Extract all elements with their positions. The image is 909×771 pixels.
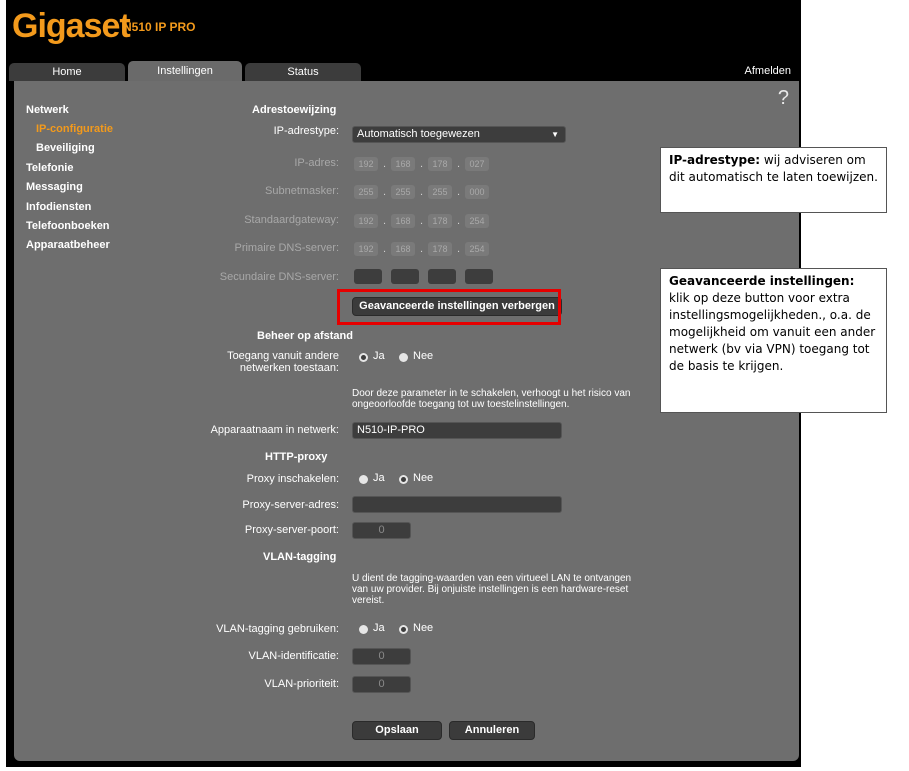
subnet-octet-2: 255 xyxy=(391,185,415,199)
subnet-octet-3: 255 xyxy=(428,185,452,199)
sidebar-item-netwerk[interactable]: Netwerk xyxy=(26,104,69,116)
remote-access-no-label: Nee xyxy=(413,350,434,362)
primary-dns-octet-1: 192 xyxy=(354,242,378,256)
octet-separator: . xyxy=(457,158,461,170)
proxy-port-label: Proxy-server-poort: xyxy=(244,524,339,536)
gateway-label: Standaardgateway: xyxy=(244,214,339,226)
primary-dns-octet-3: 178 xyxy=(428,242,452,256)
subnet-mask-label: Subnetmasker: xyxy=(265,185,339,197)
subnet-octet-4: 000 xyxy=(465,185,489,199)
octet-separator: . xyxy=(383,215,387,227)
gateway-octet-3: 178 xyxy=(428,214,452,228)
octet-separator: . xyxy=(457,243,461,255)
ip-address-label: IP-adres: xyxy=(294,157,339,169)
ip-type-label: IP-adrestype: xyxy=(273,125,339,137)
section-title-remote: Beheer op afstand xyxy=(257,330,353,342)
proxy-enable-yes-label: Ja xyxy=(373,472,385,484)
tab-status[interactable]: Status xyxy=(245,63,361,81)
proxy-enable-label: Proxy inschakelen: xyxy=(246,473,339,485)
secondary-dns-label: Secundaire DNS-server: xyxy=(219,271,339,283)
sidebar-item-telefonie[interactable]: Telefonie xyxy=(26,162,73,174)
secondary-dns-octet-4[interactable] xyxy=(465,269,493,284)
callout-advanced-title: Geavanceerde instellingen: xyxy=(669,274,855,288)
sidebar-item-telefoonboeken[interactable]: Telefoonboeken xyxy=(26,220,110,232)
octet-separator: . xyxy=(457,186,461,198)
vlan-id-input[interactable]: 0 xyxy=(352,648,411,665)
vlan-note-line-2: van uw provider. Bij onjuiste instelling… xyxy=(352,584,629,595)
advanced-button-highlight xyxy=(337,289,561,325)
primary-dns-octet-2: 168 xyxy=(391,242,415,256)
gateway-octet-1: 192 xyxy=(354,214,378,228)
sidebar-item-messaging[interactable]: Messaging xyxy=(26,181,83,193)
subnet-octet-1: 255 xyxy=(354,185,378,199)
ip-address-octet-2: 168 xyxy=(391,157,415,171)
device-name-input[interactable]: N510-IP-PRO xyxy=(352,422,562,439)
save-button[interactable]: Opslaan xyxy=(352,721,442,740)
callout-ip-type-title: IP-adrestype: xyxy=(669,153,761,167)
tab-home[interactable]: Home xyxy=(9,63,125,81)
remote-warning-line-2: ongeoorloofde toegang tot uw toestelinst… xyxy=(352,399,570,410)
callout-advanced: Geavanceerde instellingen: klik op deze … xyxy=(660,268,887,413)
cancel-button[interactable]: Annuleren xyxy=(449,721,535,740)
gateway-octet-4: 254 xyxy=(465,214,489,228)
octet-separator: . xyxy=(383,158,387,170)
proxy-enable-no-label: Nee xyxy=(413,472,434,484)
help-icon[interactable]: ? xyxy=(778,87,789,110)
sidebar-item-apparaatbeheer[interactable]: Apparaatbeheer xyxy=(26,239,110,251)
ip-type-value: Automatisch toegewezen xyxy=(357,128,480,140)
section-title-adrestoewijzing: Adrestoewijzing xyxy=(252,104,337,116)
octet-separator: . xyxy=(420,215,424,227)
vlan-priority-input[interactable]: 0 xyxy=(352,676,411,693)
vlan-id-label: VLAN-identificatie: xyxy=(248,650,340,662)
proxy-enable-no-radio[interactable] xyxy=(399,475,408,484)
remote-access-label-2: netwerken toestaan: xyxy=(239,362,339,374)
sidebar-item-ip-configuratie[interactable]: IP-configuratie xyxy=(36,123,113,135)
vlan-use-label: VLAN-tagging gebruiken: xyxy=(216,623,339,635)
callout-ip-type: IP-adrestype: wij adviseren om dit autom… xyxy=(660,147,887,213)
remote-access-no-radio[interactable] xyxy=(399,353,408,362)
secondary-dns-octet-2[interactable] xyxy=(391,269,419,284)
ip-type-select[interactable]: Automatisch toegewezen ▼ xyxy=(352,126,566,143)
vlan-use-no-label: Nee xyxy=(413,622,434,634)
secondary-dns-octet-1[interactable] xyxy=(354,269,382,284)
chevron-down-icon: ▼ xyxy=(551,130,559,139)
vlan-use-yes-label: Ja xyxy=(373,622,385,634)
gigaset-logo: Gigaset xyxy=(12,7,131,45)
primary-dns-label: Primaire DNS-server: xyxy=(234,242,339,254)
section-title-vlan: VLAN-tagging xyxy=(263,551,337,563)
proxy-port-input[interactable]: 0 xyxy=(352,522,411,539)
proxy-enable-yes-radio[interactable] xyxy=(359,475,368,484)
octet-separator: . xyxy=(457,215,461,227)
model-name: N510 IP PRO xyxy=(123,20,196,34)
proxy-address-label: Proxy-server-adres: xyxy=(242,499,339,511)
gateway-octet-2: 168 xyxy=(391,214,415,228)
ip-address-octet-3: 178 xyxy=(428,157,452,171)
tab-instellingen[interactable]: Instellingen xyxy=(128,61,242,81)
remote-access-label-1: Toegang vanuit andere xyxy=(227,350,339,362)
vlan-use-yes-radio[interactable] xyxy=(359,625,368,634)
octet-separator: . xyxy=(420,243,424,255)
sidebar-item-infodiensten[interactable]: Infodiensten xyxy=(26,201,91,213)
section-title-proxy: HTTP-proxy xyxy=(265,451,328,463)
secondary-dns-octet-3[interactable] xyxy=(428,269,456,284)
remote-access-yes-label: Ja xyxy=(373,350,385,362)
remote-access-yes-radio[interactable] xyxy=(359,353,368,362)
vlan-note-line-3: vereist. xyxy=(352,595,385,606)
logout-link[interactable]: Afmelden xyxy=(745,65,791,77)
sidebar-item-beveiliging[interactable]: Beveiliging xyxy=(36,142,95,154)
vlan-note-line-1: U dient de tagging-waarden van een virtu… xyxy=(352,573,632,584)
vlan-use-no-radio[interactable] xyxy=(399,625,408,634)
octet-separator: . xyxy=(420,158,424,170)
callout-advanced-text: klik op deze button voor extra instellin… xyxy=(669,291,876,373)
ip-address-octet-1: 192 xyxy=(354,157,378,171)
remote-warning-line-1: Door deze parameter in te schakelen, ver… xyxy=(352,388,631,399)
vlan-priority-label: VLAN-prioriteit: xyxy=(264,678,339,690)
proxy-address-input[interactable] xyxy=(352,496,562,513)
device-name-label: Apparaatnaam in netwerk: xyxy=(210,424,339,436)
octet-separator: . xyxy=(420,186,424,198)
octet-separator: . xyxy=(383,243,387,255)
ip-address-octet-4: 027 xyxy=(465,157,489,171)
primary-dns-octet-4: 254 xyxy=(465,242,489,256)
octet-separator: . xyxy=(383,186,387,198)
